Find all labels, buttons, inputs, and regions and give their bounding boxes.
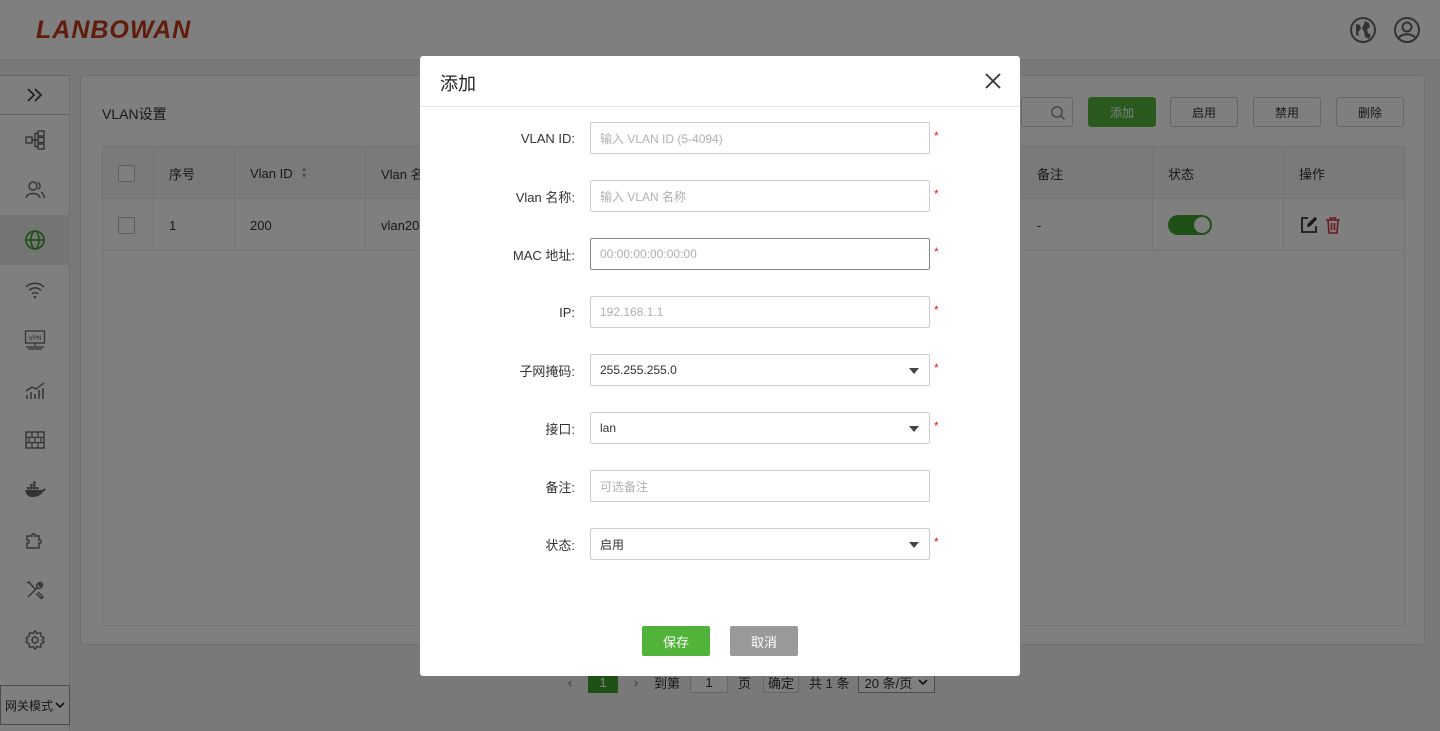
- ip-label: IP:: [559, 304, 575, 320]
- mac-placeholder: 00:00:00:00:00:00: [600, 247, 697, 261]
- close-icon[interactable]: [983, 71, 1003, 91]
- note-placeholder: 可选备注: [600, 479, 649, 494]
- note-input[interactable]: 可选备注: [590, 470, 930, 502]
- form-row-mac: MAC 地址: 00:00:00:00:00:00 *: [420, 238, 1020, 270]
- add-vlan-dialog: 添加 VLAN ID: 输入 VLAN ID (5-4094) * Vlan 名…: [420, 56, 1020, 676]
- vlan-name-placeholder: 输入 VLAN 名称: [600, 189, 687, 204]
- status-select[interactable]: 启用: [590, 528, 930, 560]
- form-row-netmask: 子网掩码: 255.255.255.0 *: [420, 354, 1020, 386]
- required-mark: *: [934, 129, 939, 143]
- form-row-ip: IP: 192.168.1.1 *: [420, 296, 1020, 328]
- required-mark: *: [934, 303, 939, 317]
- required-mark: *: [934, 187, 939, 201]
- netmask-value: 255.255.255.0: [600, 363, 677, 377]
- ip-placeholder: 192.168.1.1: [600, 305, 664, 319]
- required-mark: *: [934, 245, 939, 259]
- form-row-vlan-name: Vlan 名称: 输入 VLAN 名称 *: [420, 180, 1020, 212]
- required-mark: *: [934, 361, 939, 375]
- interface-select[interactable]: lan: [590, 412, 930, 444]
- note-label: 备注:: [545, 479, 575, 495]
- vlan-id-label: VLAN ID:: [520, 130, 575, 146]
- vlan-id-placeholder: 输入 VLAN ID (5-4094): [600, 131, 723, 146]
- dialog-title: 添加: [440, 74, 476, 94]
- netmask-label: 子网掩码:: [519, 363, 575, 379]
- status-label: 状态:: [545, 537, 575, 553]
- mac-label: MAC 地址:: [512, 247, 575, 263]
- caret-down-icon: [909, 542, 919, 548]
- vlan-id-input[interactable]: 输入 VLAN ID (5-4094): [590, 122, 930, 154]
- vlan-name-input[interactable]: 输入 VLAN 名称: [590, 180, 930, 212]
- form-row-status: 状态: 启用 *: [420, 528, 1020, 560]
- netmask-select[interactable]: 255.255.255.0: [590, 354, 930, 386]
- cancel-button[interactable]: 取消: [730, 626, 798, 656]
- form-row-note: 备注: 可选备注: [420, 470, 1020, 502]
- save-button[interactable]: 保存: [642, 626, 710, 656]
- dialog-header: 添加: [420, 56, 1020, 107]
- required-mark: *: [934, 419, 939, 433]
- caret-down-icon: [909, 426, 919, 432]
- vlan-name-label: Vlan 名称:: [515, 189, 575, 205]
- caret-down-icon: [909, 368, 919, 374]
- ip-input[interactable]: 192.168.1.1: [590, 296, 930, 328]
- interface-label: 接口:: [545, 421, 575, 437]
- mac-input[interactable]: 00:00:00:00:00:00: [590, 238, 930, 270]
- interface-value: lan: [600, 421, 617, 435]
- form-row-vlan-id: VLAN ID: 输入 VLAN ID (5-4094) *: [420, 122, 1020, 154]
- form-row-interface: 接口: lan *: [420, 412, 1020, 444]
- status-value: 启用: [600, 537, 625, 552]
- required-mark: *: [934, 535, 939, 549]
